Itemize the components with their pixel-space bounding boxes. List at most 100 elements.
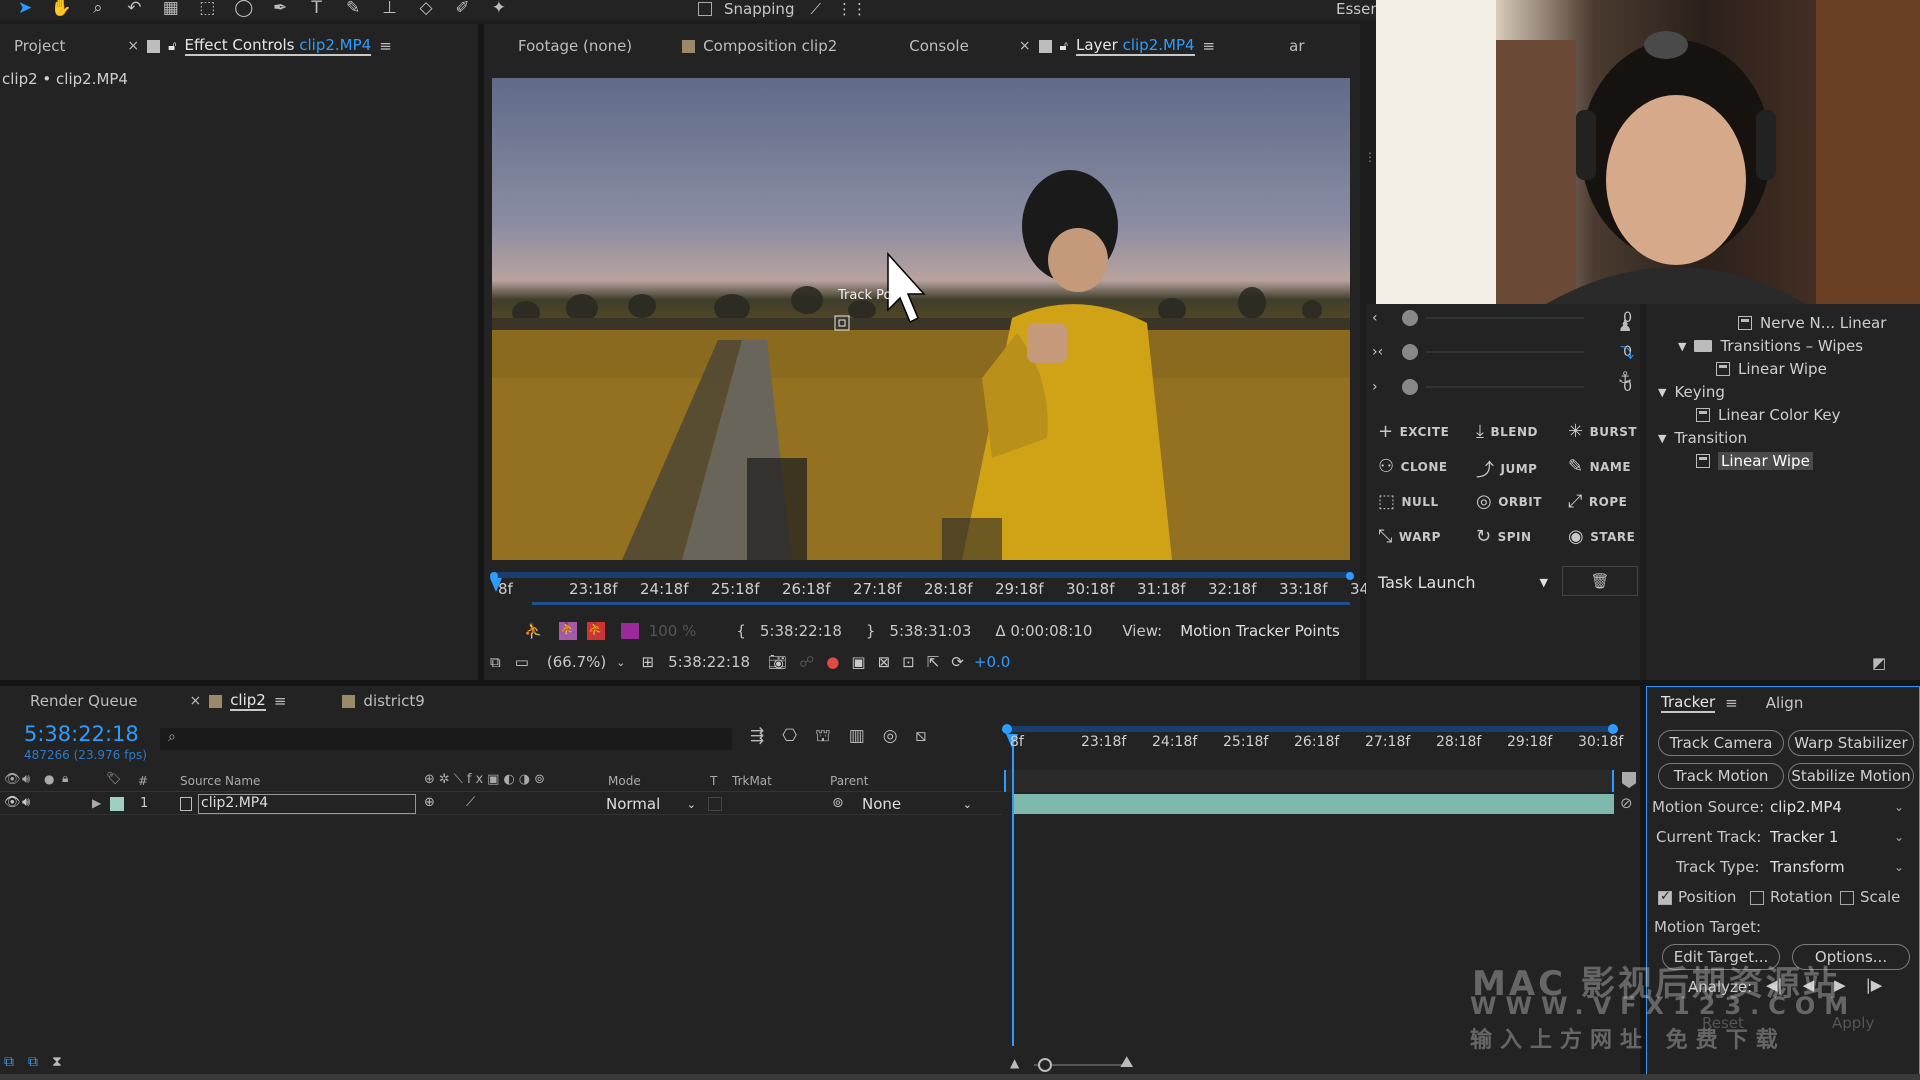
timeline-search-input[interactable]: ⌕ — [160, 728, 732, 750]
tab-project[interactable]: Project — [0, 24, 79, 68]
region-of-interest-icon[interactable]: ▣ — [851, 653, 865, 671]
zoom-out-icon[interactable]: ▲ — [1010, 1056, 1019, 1070]
panel-menu-icon[interactable]: ≡ — [379, 37, 392, 55]
motion-source-select[interactable]: clip2.MP4 — [1770, 798, 1842, 816]
transparency-grid-icon[interactable]: ⊠ — [878, 653, 891, 671]
new-folder-icon[interactable]: ◩ — [1872, 654, 1886, 672]
close-icon[interactable]: × — [1019, 38, 1031, 54]
disclosure-triangle-icon[interactable]: ▼ — [1678, 340, 1686, 353]
work-area-end[interactable] — [1608, 724, 1618, 734]
graph-editor-icon[interactable]: ⧅ — [916, 726, 927, 748]
shy-layers-icon[interactable]: ⛫ — [815, 726, 831, 748]
slider-track[interactable] — [1426, 351, 1584, 353]
anchor-icon[interactable]: ⚓︎ — [1618, 368, 1632, 387]
tab-footage[interactable]: Footage (none) — [504, 24, 646, 68]
audio-toggle-icon[interactable]: 🔊︎ — [22, 795, 30, 810]
camera-tool-icon[interactable]: ▦ — [160, 0, 182, 19]
tab-render-queue[interactable]: Render Queue — [16, 686, 151, 716]
opacity-percent[interactable]: 100 % — [649, 622, 697, 640]
draft-3d-icon[interactable]: ⎔ — [782, 726, 797, 748]
panel-menu-icon[interactable]: ≡ — [1203, 37, 1216, 55]
tab-align[interactable]: Align — [1766, 694, 1804, 712]
comp-mini-flowchart-icon[interactable]: ⇶ — [750, 726, 764, 748]
ellipse-tool-icon[interactable]: ◯ — [233, 0, 255, 19]
in-time[interactable]: 5:38:22:18 — [760, 622, 842, 640]
tab-console[interactable]: Console — [895, 24, 983, 68]
out-time[interactable]: 5:38:31:03 — [889, 622, 971, 640]
track-camera-button[interactable]: Track Camera — [1658, 730, 1784, 756]
anchor-switch-icon[interactable]: ⊕ — [424, 795, 435, 810]
always-preview-icon[interactable]: ⧉ — [490, 653, 501, 671]
layer-duration-bar[interactable] — [1014, 794, 1614, 814]
tab-layer[interactable]: × 🔓︎ Layer clip2.MP4 ≡ — [1005, 24, 1229, 68]
delete-button[interactable]: 🗑︎ — [1562, 566, 1638, 596]
excite-button[interactable]: + EXCITE — [1378, 421, 1449, 442]
lock-column-icon[interactable]: 🔒︎ — [62, 771, 68, 786]
timeline-timecode[interactable]: 5:38:22:18 — [24, 722, 139, 746]
chevron-down-icon[interactable]: ⌄ — [616, 656, 625, 669]
orbit-button[interactable]: ◎ ORBIT — [1476, 491, 1542, 512]
layer-label-swatch[interactable] — [110, 797, 124, 811]
parent-select[interactable]: None ⌄ — [862, 794, 972, 814]
zoom-tool-icon[interactable]: ⌕ — [87, 0, 109, 19]
blend-mode-select[interactable]: Normal ⌄ — [606, 794, 696, 814]
slider-track[interactable] — [1426, 317, 1584, 319]
slider-arrow-icon[interactable]: › — [1372, 379, 1392, 395]
3d-view-icon[interactable]: ⊡ — [902, 653, 915, 671]
rotation-checkbox[interactable]: Rotation — [1750, 888, 1833, 906]
position-checkbox[interactable]: Position — [1658, 888, 1736, 906]
fast-previews-icon[interactable]: ⇱ — [927, 653, 940, 671]
exposure-value[interactable]: +0.0 — [974, 653, 1010, 671]
motion-slider-row[interactable]: ‹ 0 — [1372, 306, 1632, 330]
expand-arrow-icon[interactable]: ▶ — [92, 796, 101, 810]
close-icon[interactable]: × — [189, 693, 201, 709]
trkmat-box[interactable] — [708, 797, 722, 811]
quality-switch-icon[interactable]: ⟋ — [466, 795, 475, 810]
scale-checkbox[interactable]: Scale — [1840, 888, 1900, 906]
magnification-select[interactable]: (66.7%) — [547, 653, 606, 671]
layer-row[interactable]: 👁︎ 🔊︎ ▶ 1 clip2.MP4 ⊕ ⟋ Normal ⌄ ⊚ None … — [0, 793, 1002, 815]
blend-button[interactable]: ⤓ BLEND — [1476, 421, 1538, 442]
playhead-line[interactable] — [1012, 746, 1014, 1046]
effects-tree-item[interactable]: ▼ Transition — [1658, 427, 1747, 449]
in-out-duration-icon[interactable]: ⧗ — [52, 1054, 62, 1070]
audio-icon[interactable]: 🔊︎ — [22, 772, 30, 787]
puppet-tool-icon[interactable]: ✦ — [488, 0, 510, 19]
tab-composition[interactable]: Composition clip2 — [668, 24, 851, 68]
mask-color-swatch[interactable] — [620, 623, 639, 639]
task-launch-select[interactable]: Task Launch ▼ — [1378, 570, 1548, 594]
timeline-zoom-knob[interactable] — [1038, 1058, 1052, 1072]
motion-path-icon[interactable]: ⛹ — [524, 622, 543, 640]
chevron-down-icon[interactable]: ⌄ — [1894, 830, 1904, 844]
comp-marker-icon[interactable] — [1622, 772, 1636, 788]
slider-arrow-icon[interactable]: ‹ — [1372, 310, 1392, 326]
tab-partial[interactable]: ar — [1289, 24, 1304, 68]
motion-slider-row[interactable]: ›‹ 0 — [1372, 340, 1632, 364]
effects-tree-item[interactable]: Linear Color Key — [1696, 404, 1841, 426]
analyze-forward-frame-icon[interactable]: |▶ — [1866, 976, 1883, 994]
color-alert-icon[interactable]: ⛹ — [586, 622, 605, 640]
visibility-toggle-icon[interactable]: 👁︎ — [4, 795, 21, 810]
solo-icon[interactable]: ● — [44, 772, 54, 786]
onion-skin-icon[interactable]: ⛹ — [558, 622, 577, 640]
disclosure-triangle-icon[interactable]: ▼ — [1658, 386, 1666, 399]
effects-tree-item[interactable]: Linear Wipe — [1716, 358, 1827, 380]
snapshot-icon[interactable]: 📷︎ — [768, 653, 787, 671]
name-button[interactable]: ✎ NAME — [1568, 456, 1631, 477]
selection-tool-icon[interactable]: ➤ — [14, 0, 36, 19]
layer-end-icon[interactable]: ⊘ — [1620, 794, 1633, 812]
panel-menu-icon[interactable]: ≡ — [274, 692, 287, 710]
slider-knob[interactable] — [1402, 344, 1418, 360]
safe-zones-icon[interactable]: ⊞ — [641, 653, 654, 671]
warp-button[interactable]: ⤡ WARP — [1378, 526, 1441, 547]
current-time[interactable]: 5:38:22:18 — [668, 653, 750, 671]
slider-knob[interactable] — [1402, 379, 1418, 395]
track-type-select[interactable]: Transform — [1770, 858, 1845, 876]
in-point-icon[interactable]: { — [736, 622, 746, 640]
video-frame[interactable]: Track Po — [492, 78, 1350, 560]
tab-district9[interactable]: district9 — [328, 686, 438, 716]
effects-tree-item[interactable]: Linear Wipe — [1696, 450, 1813, 472]
lock-icon[interactable]: 🔓︎ — [168, 39, 176, 54]
layer-switches-icon[interactable]: ⧉ — [4, 1054, 14, 1070]
reset-exposure-icon[interactable]: ⟳ — [951, 653, 964, 671]
